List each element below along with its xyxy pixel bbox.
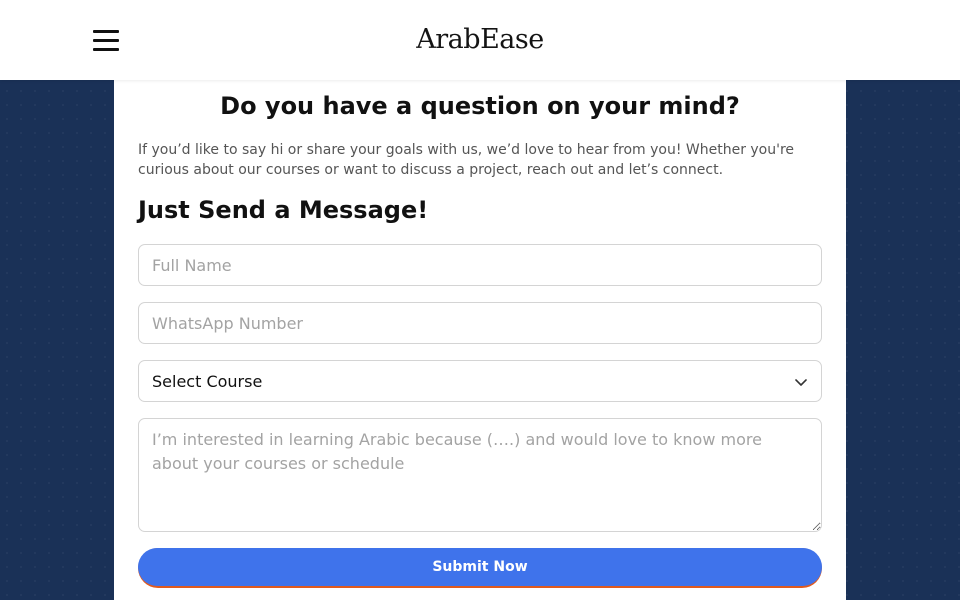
full-name-input[interactable]	[138, 244, 822, 286]
hamburger-menu-icon[interactable]	[93, 28, 119, 52]
site-header: ArabEase	[0, 0, 960, 80]
chevron-down-icon	[795, 379, 807, 386]
course-select[interactable]: Select Course	[138, 360, 822, 402]
submit-button-container: Submit Now	[138, 548, 822, 588]
whatsapp-number-input[interactable]	[138, 302, 822, 344]
message-textarea[interactable]	[138, 418, 822, 532]
course-select-value: Select Course	[152, 371, 263, 391]
submit-button[interactable]: Submit Now	[138, 548, 822, 586]
form-title: Just Send a Message!	[138, 196, 429, 224]
brand-logo[interactable]: ArabEase	[400, 18, 560, 62]
intro-text: If you’d like to say hi or share your go…	[138, 142, 795, 178]
contact-card: ArabEase Do you have a question on your …	[114, 68, 846, 600]
page-title: Do you have a question on your mind?	[220, 92, 740, 120]
